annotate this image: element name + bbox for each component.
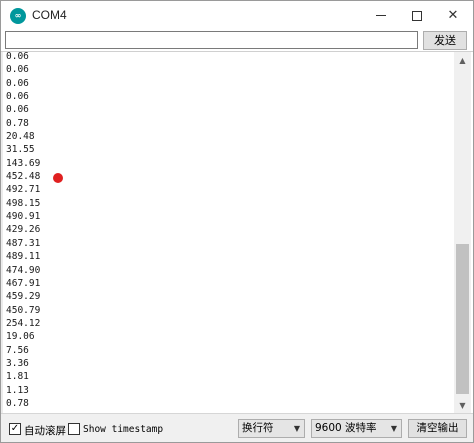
title-bar[interactable]: ∞ COM4 ✕ [1,1,473,31]
output-line: 452.48 [6,171,41,183]
output-line: 1.81 [6,371,29,383]
output-line: 489.11 [6,251,41,263]
bottom-toolbar: ✓ 自动滚屏 Show timestamp 换行符 ▼ 9600 波特率 ▼ 清… [1,413,473,442]
chevron-down-icon: ▼ [293,424,300,433]
output-line: 20.48 [6,131,35,143]
autoscroll-label: 自动滚屏 [24,425,66,437]
scroll-thumb[interactable] [456,244,469,394]
output-line: 0.06 [6,77,29,89]
output-left-edge [1,52,3,413]
serial-output-area[interactable]: 0.06 0.06 0.06 0.06 0.06 0.78 20.48 31.55 143.69… [1,51,473,413]
output-line: 0.06 [6,104,29,116]
scroll-down-icon[interactable]: ▼ [454,397,471,413]
output-line: 31.55 [6,144,35,156]
arduino-icon: ∞ [10,8,26,24]
line-ending-value: 换行符 [242,422,274,434]
output-line: 0.06 [6,91,29,103]
clear-output-button[interactable]: 清空输出 [408,419,467,438]
output-line: 429.26 [6,224,41,236]
output-line: 1.13 [6,384,29,396]
output-lines: 0.06 0.06 0.06 0.06 0.06 0.78 20.48 31.55 143.69… [6,51,41,410]
maximize-icon [412,10,422,21]
autoscroll-checkbox[interactable]: ✓ [9,423,21,435]
output-line: 474.90 [6,264,41,276]
close-button[interactable]: ✕ [435,1,471,31]
red-marker-dot [53,173,63,183]
output-line: 487.31 [6,237,41,249]
vertical-scrollbar[interactable]: ▲ ▼ [454,52,471,413]
output-line: 0.06 [6,51,29,62]
output-line: 490.91 [6,211,41,223]
minimize-button[interactable] [363,1,399,31]
output-line: 0.78 [6,397,29,409]
send-button[interactable]: 发送 [423,31,467,50]
scroll-up-icon[interactable]: ▲ [454,52,471,69]
output-line: 7.56 [6,344,29,356]
output-line: 0.78 [6,117,29,129]
output-line: 19.06 [6,331,35,343]
timestamp-label: Show timestamp [83,424,164,435]
send-input[interactable] [5,31,418,49]
output-line: 450.79 [6,304,41,316]
serial-monitor-window: ∞ COM4 ✕ 发送 0.06 0.06 0.06 0.06 0.06 0.78 20.4… [0,0,474,443]
window-title: COM4 [32,8,67,22]
output-line: 143.69 [6,157,41,169]
maximize-button[interactable] [399,1,435,31]
output-line: 0.06 [6,64,29,76]
output-line: 3.36 [6,357,29,369]
output-line: 467.91 [6,277,41,289]
close-icon: ✕ [447,8,459,23]
output-line: 498.15 [6,197,41,209]
line-ending-select[interactable]: 换行符 ▼ [238,419,305,438]
minimize-icon [376,15,386,16]
timestamp-checkbox[interactable] [68,423,80,435]
baud-rate-select[interactable]: 9600 波特率 ▼ [311,419,402,438]
output-line: 254.12 [6,317,41,329]
send-row: 发送 [1,31,473,51]
output-line: 459.29 [6,291,41,303]
baud-rate-value: 9600 波特率 [315,422,377,434]
output-line: 492.71 [6,184,41,196]
chevron-down-icon: ▼ [390,424,397,433]
